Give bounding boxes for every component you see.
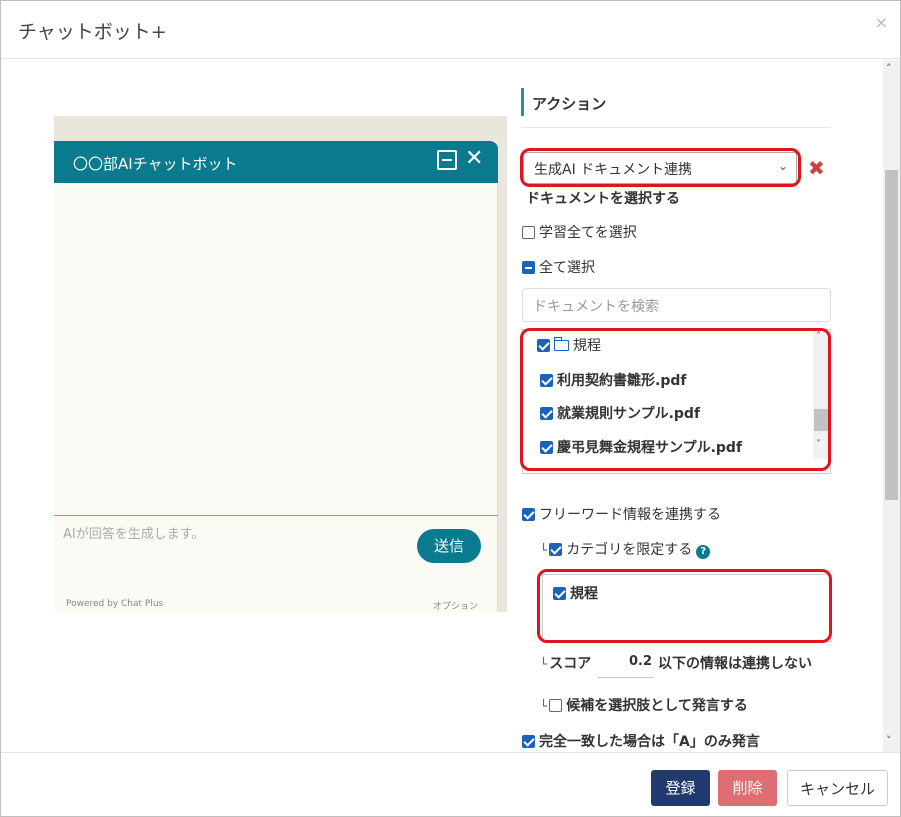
remove-action-icon[interactable]: ✖ [808,156,825,180]
register-button[interactable]: 登録 [651,770,710,806]
learn-all-checkbox[interactable]: 学習全てを選択 [522,222,637,242]
section-divider [521,127,831,128]
action-section-title: アクション [532,95,607,113]
checkbox-checked-icon [549,543,563,556]
candidates-label: 候補を選択肢として発言する [566,698,748,714]
checkbox-checked-icon [522,508,535,521]
freeword-checkbox[interactable]: フリーワード情報を連携する [522,504,721,524]
select-all-checkbox[interactable]: 全て選択 [522,257,595,277]
highlight-action-select [520,148,801,187]
checkbox-checked-icon [522,735,535,748]
scroll-up-icon[interactable]: ˄ [886,62,892,75]
delete-button[interactable]: 削除 [718,770,777,806]
score-suffix: 以下の情報は連携しない [658,656,812,672]
chatbot-modal: チャットボット+ × 〇〇部AIチャットボット ✕ AIが回答を生成します。 送… [0,0,901,817]
exact-match-label: 完全一致した場合は「A」のみ発言 [539,734,760,750]
select-all-label: 全て選択 [539,260,595,276]
tree-branch: └ [540,543,548,557]
checkbox-indeterminate-icon [522,261,535,274]
checkbox-unchecked-icon [522,226,535,239]
category-limit-checkbox[interactable]: └ カテゴリを限定する? [540,539,711,559]
select-document-label: ドキュメントを選択する [526,191,680,207]
help-icon[interactable]: ? [696,545,711,559]
highlight-document-list [520,328,831,471]
checkbox-unchecked-icon [549,699,563,712]
widget-divider [54,515,498,516]
modal-scrollbar[interactable]: ˄ ˅ [883,60,900,752]
powered-by-text: Powered by Chat Plus [66,599,164,609]
modal-title: チャットボット+ [18,21,167,43]
widget-header: 〇〇部AIチャットボット ✕ [54,141,498,183]
send-button[interactable]: 送信 [417,529,481,563]
close-icon[interactable]: × [875,13,888,32]
chat-widget-preview: 〇〇部AIチャットボット ✕ AIが回答を生成します。 送信 Powered b… [54,141,498,612]
category-limit-label: カテゴリを限定する [566,542,693,558]
score-input[interactable]: 0.2 [598,648,654,678]
candidates-checkbox[interactable]: └ 候補を選択肢として発言する [540,695,748,715]
option-link[interactable]: オプション [433,599,478,612]
footer-divider [1,752,900,753]
tree-branch: └ [540,657,548,671]
title-bar: チャットボット+ × [1,1,900,59]
learn-all-label: 学習全てを選択 [539,225,637,241]
score-prefix: スコア [549,656,592,672]
tree-branch: └ [540,699,548,713]
section-accent-bar [521,88,524,116]
exact-match-checkbox[interactable]: 完全一致した場合は「A」のみ発言 [522,731,760,751]
highlight-category-list [537,569,832,643]
widget-title: 〇〇部AIチャットボット [73,155,238,173]
minimize-icon[interactable] [437,150,457,170]
scroll-thumb[interactable] [885,170,898,500]
scroll-down-icon[interactable]: ˅ [886,734,892,747]
widget-message-input[interactable]: AIが回答を生成します。 [63,523,204,542]
document-search-input[interactable]: ドキュメントを検索 [522,288,831,322]
cancel-button[interactable]: キャンセル [787,770,888,806]
score-label: └ スコア [540,653,591,673]
freeword-label: フリーワード情報を連携する [539,507,721,523]
widget-close-icon[interactable]: ✕ [465,146,483,171]
